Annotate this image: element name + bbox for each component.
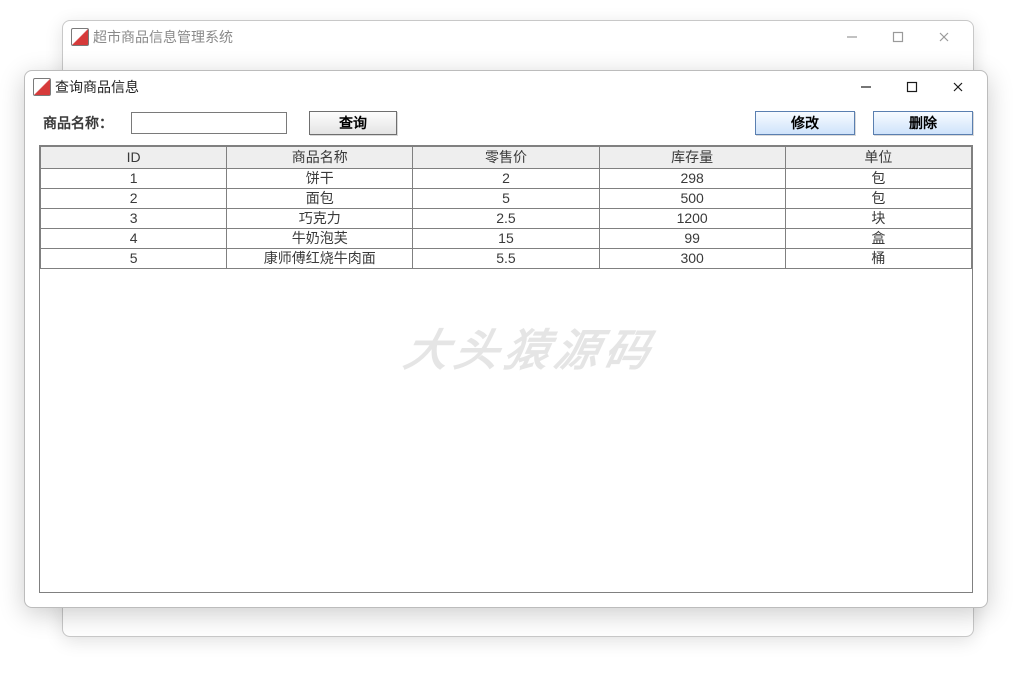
app-icon — [33, 78, 51, 96]
cell-id[interactable]: 2 — [41, 189, 227, 209]
app-icon — [71, 28, 89, 46]
col-name[interactable]: 商品名称 — [227, 147, 413, 169]
cell-stock[interactable]: 1200 — [599, 209, 785, 229]
cell-name[interactable]: 牛奶泡芙 — [227, 229, 413, 249]
cell-unit[interactable]: 包 — [785, 189, 971, 209]
cell-unit[interactable]: 盒 — [785, 229, 971, 249]
table-row[interactable]: 1饼干2298包 — [41, 169, 972, 189]
product-table: ID 商品名称 零售价 库存量 单位 1饼干2298包2面包5500包3巧克力2… — [40, 146, 972, 269]
cell-stock[interactable]: 300 — [599, 249, 785, 269]
cell-name[interactable]: 巧克力 — [227, 209, 413, 229]
table-row[interactable]: 4牛奶泡芙1599盒 — [41, 229, 972, 249]
cell-id[interactable]: 5 — [41, 249, 227, 269]
minimize-icon[interactable] — [843, 71, 889, 103]
parent-window-title: 超市商品信息管理系统 — [93, 27, 233, 47]
cell-id[interactable]: 1 — [41, 169, 227, 189]
cell-price[interactable]: 5 — [413, 189, 599, 209]
maximize-icon[interactable] — [875, 21, 921, 53]
product-name-input[interactable] — [131, 112, 287, 134]
cell-price[interactable]: 5.5 — [413, 249, 599, 269]
col-unit[interactable]: 单位 — [785, 147, 971, 169]
cell-unit[interactable]: 块 — [785, 209, 971, 229]
close-icon[interactable] — [935, 71, 981, 103]
cell-price[interactable]: 15 — [413, 229, 599, 249]
product-name-label: 商品名称： — [43, 113, 113, 133]
cell-stock[interactable]: 99 — [599, 229, 785, 249]
modify-button[interactable]: 修改 — [755, 111, 855, 135]
cell-id[interactable]: 4 — [41, 229, 227, 249]
col-id[interactable]: ID — [41, 147, 227, 169]
cell-name[interactable]: 面包 — [227, 189, 413, 209]
parent-titlebar: 超市商品信息管理系统 — [63, 21, 973, 53]
cell-unit[interactable]: 包 — [785, 169, 971, 189]
cell-unit[interactable]: 桶 — [785, 249, 971, 269]
search-button[interactable]: 查询 — [309, 111, 397, 135]
close-icon[interactable] — [921, 21, 967, 53]
table-row[interactable]: 5康师傅红烧牛肉面5.5300桶 — [41, 249, 972, 269]
cell-name[interactable]: 康师傅红烧牛肉面 — [227, 249, 413, 269]
col-stock[interactable]: 库存量 — [599, 147, 785, 169]
cell-id[interactable]: 3 — [41, 209, 227, 229]
child-window-title: 查询商品信息 — [55, 77, 139, 97]
col-price[interactable]: 零售价 — [413, 147, 599, 169]
cell-price[interactable]: 2 — [413, 169, 599, 189]
child-titlebar: 查询商品信息 — [25, 71, 987, 103]
child-window: 查询商品信息 商品名称： 查询 修改 删除 ID 商品名称 零售价 库存量 — [24, 70, 988, 608]
table-container: ID 商品名称 零售价 库存量 单位 1饼干2298包2面包5500包3巧克力2… — [39, 145, 973, 593]
cell-price[interactable]: 2.5 — [413, 209, 599, 229]
minimize-icon[interactable] — [829, 21, 875, 53]
delete-button[interactable]: 删除 — [873, 111, 973, 135]
cell-stock[interactable]: 298 — [599, 169, 785, 189]
table-header-row: ID 商品名称 零售价 库存量 单位 — [41, 147, 972, 169]
cell-name[interactable]: 饼干 — [227, 169, 413, 189]
maximize-icon[interactable] — [889, 71, 935, 103]
table-row[interactable]: 2面包5500包 — [41, 189, 972, 209]
watermark-text: 大头猿源码 — [399, 315, 663, 379]
table-row[interactable]: 3巧克力2.51200块 — [41, 209, 972, 229]
cell-stock[interactable]: 500 — [599, 189, 785, 209]
toolbar: 商品名称： 查询 修改 删除 — [25, 103, 987, 145]
